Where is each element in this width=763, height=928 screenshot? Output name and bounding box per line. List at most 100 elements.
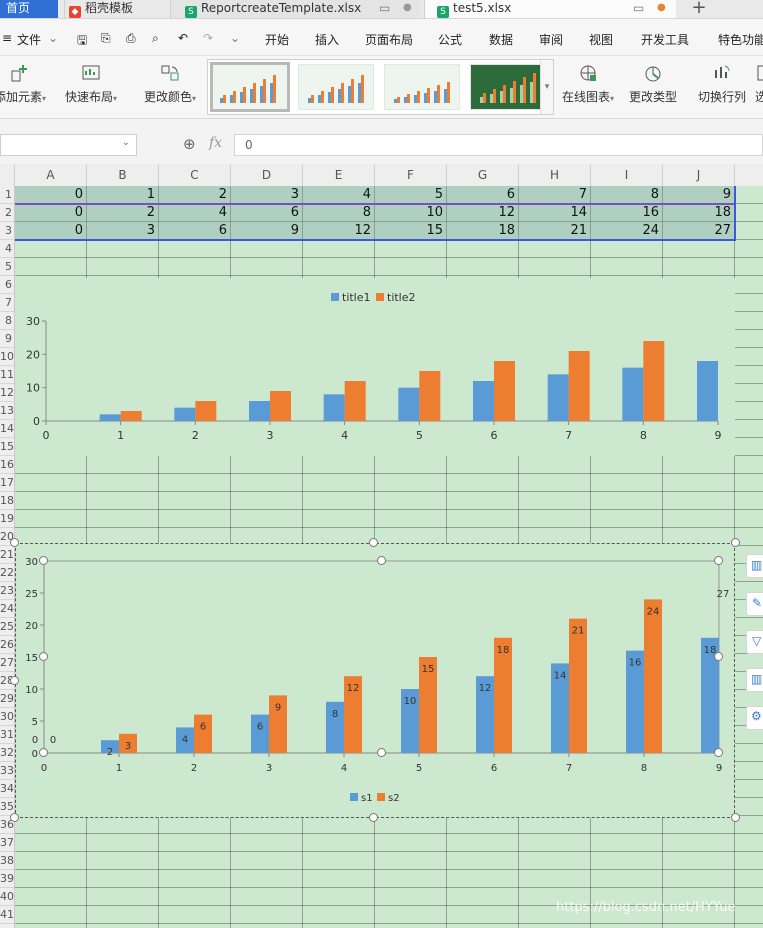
row-header[interactable]: 19 bbox=[0, 510, 14, 528]
new-tab-icon[interactable]: + bbox=[684, 0, 714, 18]
row-header[interactable]: 23 bbox=[0, 582, 14, 600]
column-header[interactable]: G bbox=[447, 164, 519, 186]
plot-area-handle[interactable] bbox=[39, 556, 48, 565]
cell[interactable]: 6 bbox=[159, 222, 231, 240]
cell[interactable]: 10 bbox=[375, 204, 447, 222]
chart-elements-button[interactable]: ▥ bbox=[746, 554, 763, 578]
add-element-button[interactable]: 添加元素▾ bbox=[0, 60, 46, 116]
row-header[interactable]: 41 bbox=[0, 906, 14, 924]
tab-home[interactable]: 首页 bbox=[0, 0, 58, 18]
cell[interactable]: 2 bbox=[159, 186, 231, 204]
print-preview-icon[interactable]: ⌕ bbox=[152, 31, 159, 46]
menu-insert[interactable]: 插入 bbox=[315, 31, 339, 48]
cell[interactable]: 27 bbox=[663, 222, 735, 240]
row-header[interactable]: 26 bbox=[0, 636, 14, 654]
chart-2[interactable]: 0 5 10 15 20 25 30 0 1 2 3 4 5 6 7 8 9 0 2 4 6 8 10 12 14 16 18 0 3 6… bbox=[15, 543, 735, 818]
row-header[interactable]: 5 bbox=[0, 258, 14, 276]
cell[interactable]: 6 bbox=[447, 186, 519, 204]
menu-page-layout[interactable]: 页面布局 bbox=[365, 31, 413, 48]
row-header[interactable]: 15 bbox=[0, 438, 14, 456]
column-header[interactable]: E bbox=[303, 164, 375, 186]
cell[interactable]: 1 bbox=[87, 186, 159, 204]
chart-style-button[interactable]: ✎ bbox=[746, 592, 763, 616]
cell[interactable]: 5 bbox=[375, 186, 447, 204]
cell[interactable]: 12 bbox=[303, 222, 375, 240]
plot-area-handle[interactable] bbox=[714, 748, 723, 757]
resize-handle[interactable] bbox=[10, 813, 19, 822]
chart-1[interactable]: 0 10 20 30 0 1 2 3 4 5 6 7 8 9 title1 title2 bbox=[15, 278, 735, 456]
menu-developer[interactable]: 开发工具 bbox=[641, 31, 689, 48]
row-header[interactable]: 38 bbox=[0, 852, 14, 870]
row-header[interactable]: 33 bbox=[0, 762, 14, 780]
row-header[interactable]: 37 bbox=[0, 834, 14, 852]
gallery-scroll-icon[interactable]: ▾ bbox=[540, 60, 553, 114]
select-all-corner[interactable] bbox=[0, 164, 15, 186]
cell[interactable]: 7 bbox=[519, 186, 591, 204]
resize-handle[interactable] bbox=[731, 813, 740, 822]
cell[interactable]: 18 bbox=[663, 204, 735, 222]
cell[interactable]: 0 bbox=[15, 204, 87, 222]
online-chart-button[interactable]: 在线图表▾ bbox=[559, 60, 617, 116]
tab-reportcreatetemplate[interactable]: S ReportcreateTemplate.xlsx ▭ ● bbox=[170, 0, 420, 18]
cell[interactable]: 21 bbox=[519, 222, 591, 240]
customize-icon[interactable]: ⌄ bbox=[230, 31, 240, 45]
formula-input[interactable]: 0 bbox=[234, 134, 763, 156]
column-header[interactable]: F bbox=[375, 164, 447, 186]
print-icon[interactable]: ⎙ bbox=[126, 31, 136, 46]
row-header[interactable]: 6 bbox=[0, 276, 14, 294]
row-header[interactable]: 7 bbox=[0, 294, 14, 312]
row-header[interactable]: 4 bbox=[0, 240, 14, 258]
redo-icon[interactable]: ↷ bbox=[203, 31, 213, 45]
chevron-down-icon[interactable]: ⌄ bbox=[48, 31, 58, 45]
row-header[interactable]: 17 bbox=[0, 474, 14, 492]
row-header[interactable]: 18 bbox=[0, 492, 14, 510]
resize-handle[interactable] bbox=[10, 538, 19, 547]
tab-test5[interactable]: Stest5.xlsx ▭ ● bbox=[424, 0, 676, 18]
row-header[interactable]: 31 bbox=[0, 726, 14, 744]
cell[interactable]: 3 bbox=[231, 186, 303, 204]
menu-file[interactable]: 文件 bbox=[17, 31, 41, 48]
row-header[interactable]: 8 bbox=[0, 312, 14, 330]
row-header[interactable]: 3 bbox=[0, 222, 14, 240]
cell[interactable]: 4 bbox=[159, 204, 231, 222]
row-header[interactable]: 16 bbox=[0, 456, 14, 474]
column-header[interactable]: D bbox=[231, 164, 303, 186]
cell[interactable]: 15 bbox=[375, 222, 447, 240]
row-header[interactable]: 12 bbox=[0, 384, 14, 402]
cell[interactable]: 2 bbox=[87, 204, 159, 222]
row-header[interactable]: 13 bbox=[0, 402, 14, 420]
cell[interactable]: 6 bbox=[231, 204, 303, 222]
change-type-button[interactable]: 更改类型 bbox=[627, 60, 679, 116]
plot-area-handle[interactable] bbox=[377, 556, 386, 565]
cell[interactable]: 14 bbox=[519, 204, 591, 222]
row-header[interactable]: 29 bbox=[0, 690, 14, 708]
resize-handle[interactable] bbox=[369, 538, 378, 547]
resize-handle[interactable] bbox=[731, 538, 740, 547]
cell[interactable]: 9 bbox=[231, 222, 303, 240]
cell[interactable]: 8 bbox=[303, 204, 375, 222]
switch-rowcol-button[interactable]: 切换行列 bbox=[697, 60, 747, 116]
row-header[interactable]: 25 bbox=[0, 618, 14, 636]
resize-handle[interactable] bbox=[10, 676, 19, 685]
change-color-button[interactable]: 更改颜色▾ bbox=[140, 60, 200, 116]
format-painter-icon[interactable]: ⎘ bbox=[101, 31, 111, 46]
menu-home[interactable]: 开始 bbox=[265, 31, 289, 48]
cell[interactable]: 16 bbox=[591, 204, 663, 222]
cell[interactable]: 18 bbox=[447, 222, 519, 240]
row-header[interactable]: 22 bbox=[0, 564, 14, 582]
row-header[interactable]: 9 bbox=[0, 330, 14, 348]
cell[interactable]: 9 bbox=[663, 186, 735, 204]
menu-review[interactable]: 审阅 bbox=[539, 31, 563, 48]
cell[interactable]: 8 bbox=[591, 186, 663, 204]
row-header[interactable]: 21 bbox=[0, 546, 14, 564]
row-header[interactable]: 11 bbox=[0, 366, 14, 384]
chevron-down-icon[interactable]: ⌄ bbox=[122, 137, 130, 148]
row-header[interactable]: 32 bbox=[0, 744, 14, 762]
chart-style-3[interactable] bbox=[384, 64, 460, 110]
plot-area-handle[interactable] bbox=[39, 748, 48, 757]
column-header[interactable]: A bbox=[15, 164, 87, 186]
row-header[interactable]: 24 bbox=[0, 600, 14, 618]
row-header[interactable]: 14 bbox=[0, 420, 14, 438]
cell[interactable]: 0 bbox=[15, 222, 87, 240]
chart-style-2[interactable] bbox=[298, 64, 374, 110]
